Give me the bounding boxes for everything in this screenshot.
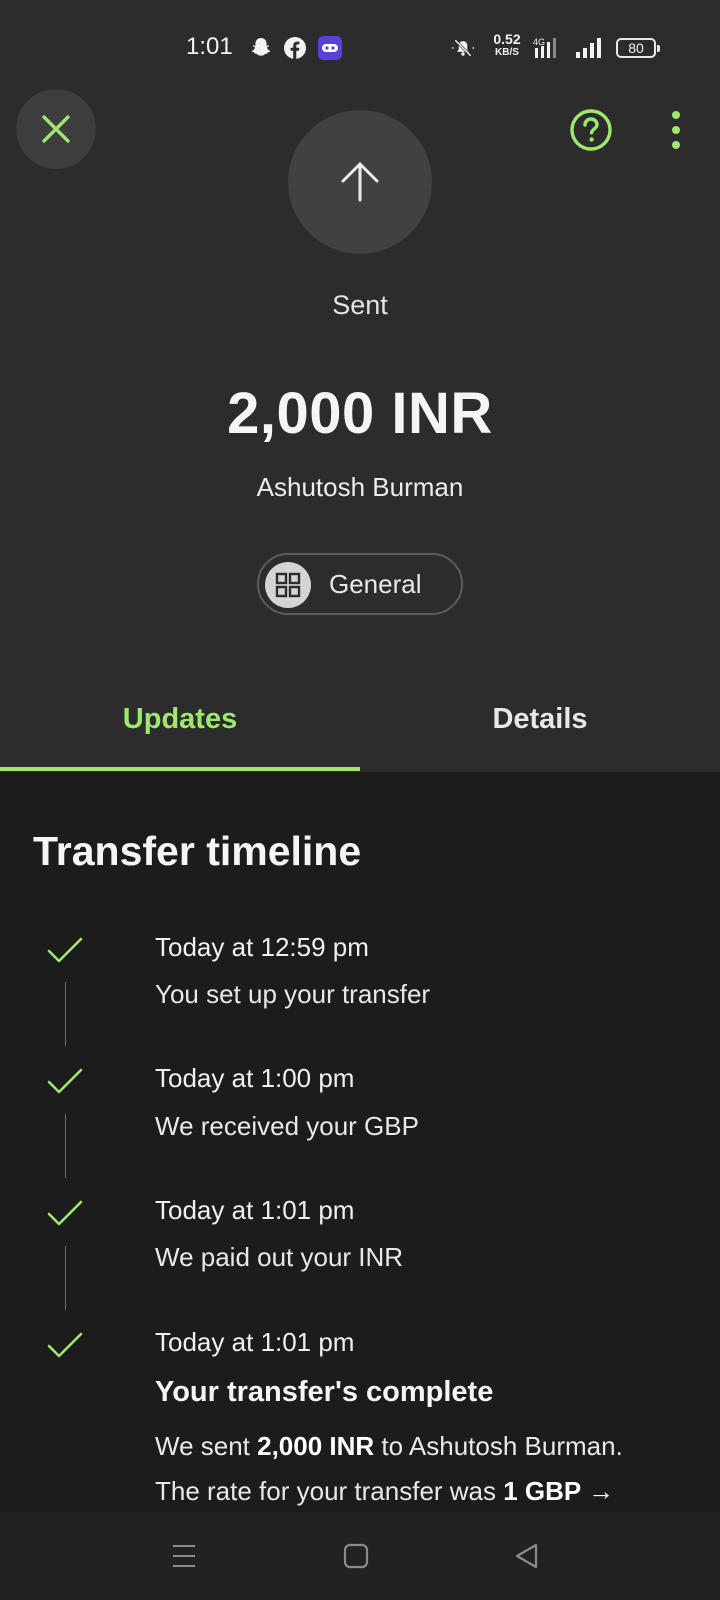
event-time: Today at 1:01 pm xyxy=(155,1327,355,1357)
menu-icon[interactable] xyxy=(168,1540,200,1572)
game-controller-icon xyxy=(318,36,342,60)
timeline-connector xyxy=(65,1246,66,1310)
event-description: You set up your transfer xyxy=(155,979,431,1009)
facebook-icon xyxy=(284,37,306,59)
transfer-status: Sent xyxy=(332,290,388,320)
help-icon[interactable] xyxy=(569,108,613,152)
event-description: We received your GBP xyxy=(155,1111,419,1141)
category-chip[interactable]: General xyxy=(257,553,463,615)
event-description: We paid out your INR xyxy=(155,1242,404,1272)
svg-text:4G: 4G xyxy=(533,37,545,47)
active-tab-indicator xyxy=(0,767,360,771)
complete-rate-line: The rate for your transfer was 1 GBP → xyxy=(155,1476,615,1506)
system-nav-bar xyxy=(0,1512,720,1600)
more-options-icon[interactable] xyxy=(660,108,692,152)
tab-updates[interactable]: Updates xyxy=(0,703,360,736)
check-icon xyxy=(47,1332,83,1358)
tab-details[interactable]: Details xyxy=(360,703,720,736)
check-icon xyxy=(47,937,83,963)
event-time: Today at 1:01 pm xyxy=(155,1195,355,1225)
timeline-title: Transfer timeline xyxy=(33,828,362,874)
status-bar: 1:01 0.52 KB/S 4G 80 xyxy=(0,0,720,96)
status-time: 1:01 xyxy=(186,33,233,60)
check-icon xyxy=(47,1068,83,1094)
signal-icon-2 xyxy=(576,38,601,58)
back-icon[interactable] xyxy=(511,1540,543,1572)
close-button[interactable] xyxy=(16,89,96,169)
event-time: Today at 12:59 pm xyxy=(155,932,369,962)
home-icon[interactable] xyxy=(340,1540,372,1572)
complete-title: Your transfer's complete xyxy=(155,1376,494,1408)
grid-icon xyxy=(265,562,311,608)
sent-status-circle xyxy=(288,110,432,254)
close-icon xyxy=(42,115,70,143)
mute-icon xyxy=(451,39,475,57)
signal-icon: 4G xyxy=(533,37,556,58)
event-time: Today at 1:00 pm xyxy=(155,1063,355,1093)
network-speed: 0.52 KB/S xyxy=(493,31,521,58)
snapchat-icon xyxy=(251,38,271,56)
timeline-connector xyxy=(65,1114,66,1178)
complete-sent-line: We sent 2,000 INR to Ashutosh Burman. xyxy=(155,1431,623,1461)
transfer-amount: 2,000 INR xyxy=(227,381,493,446)
timeline-connector xyxy=(65,982,66,1046)
category-label: General xyxy=(329,569,422,599)
check-icon xyxy=(47,1200,83,1226)
arrow-up-icon xyxy=(341,162,379,202)
battery-icon: 80 xyxy=(616,38,660,58)
recipient-name: Ashutosh Burman xyxy=(256,472,464,502)
